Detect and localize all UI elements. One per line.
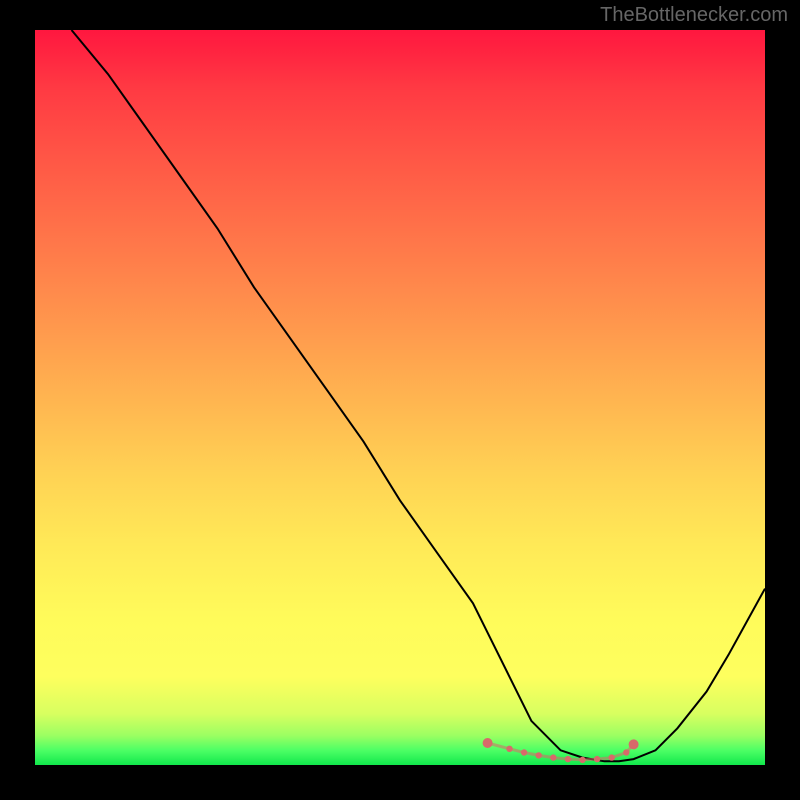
watermark-text: TheBottlenecker.com xyxy=(600,4,788,27)
plot-area xyxy=(35,30,765,765)
marker-dot xyxy=(506,746,512,752)
curve-group xyxy=(72,30,766,761)
marker-dot xyxy=(609,754,615,760)
bottleneck-curve xyxy=(72,30,766,761)
marker-dot xyxy=(521,749,527,755)
marker-dot xyxy=(483,738,493,748)
marker-dot xyxy=(550,754,556,760)
marker-dot xyxy=(629,739,639,749)
marker-dot xyxy=(623,749,629,755)
marker-dot xyxy=(579,757,585,763)
marker-dot xyxy=(565,756,571,762)
chart-svg xyxy=(35,30,765,765)
marker-dot xyxy=(536,752,542,758)
marker-dot xyxy=(594,756,600,762)
